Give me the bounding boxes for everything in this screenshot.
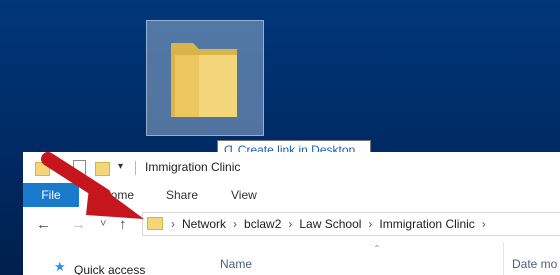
column-divider[interactable] (503, 242, 504, 275)
breadcrumb-immigration-clinic[interactable]: Immigration Clinic (379, 217, 474, 231)
breadcrumb-separator[interactable]: › (368, 217, 372, 231)
sort-indicator-icon: ˆ (375, 243, 379, 257)
column-header-name[interactable]: Name (220, 257, 252, 271)
content-area: ★ Quick access ˆ Name Date mo (23, 242, 560, 275)
tab-share[interactable]: Share (166, 183, 198, 207)
breadcrumb-separator[interactable]: › (171, 217, 175, 231)
star-icon: ★ (54, 259, 66, 274)
breadcrumb-network[interactable]: Network (182, 217, 226, 231)
window-title: Immigration Clinic (145, 160, 241, 174)
column-header-date-modified[interactable]: Date mo (512, 257, 557, 271)
folder-icon (171, 43, 237, 117)
sidebar-item-quick-access[interactable]: Quick access (74, 263, 145, 275)
breadcrumb-separator[interactable]: › (288, 217, 292, 231)
red-arrow-annotation (41, 152, 144, 219)
tab-view[interactable]: View (231, 183, 257, 207)
address-bar[interactable]: › Network › bclaw2 › Law School › Immigration C… (142, 212, 560, 236)
breadcrumb-law-school[interactable]: Law School (299, 217, 361, 231)
breadcrumb-separator[interactable]: › (482, 217, 486, 231)
breadcrumb-separator[interactable]: › (233, 217, 237, 231)
breadcrumb-bclaw2[interactable]: bclaw2 (244, 217, 281, 231)
dragged-folder-ghost[interactable] (146, 20, 264, 136)
